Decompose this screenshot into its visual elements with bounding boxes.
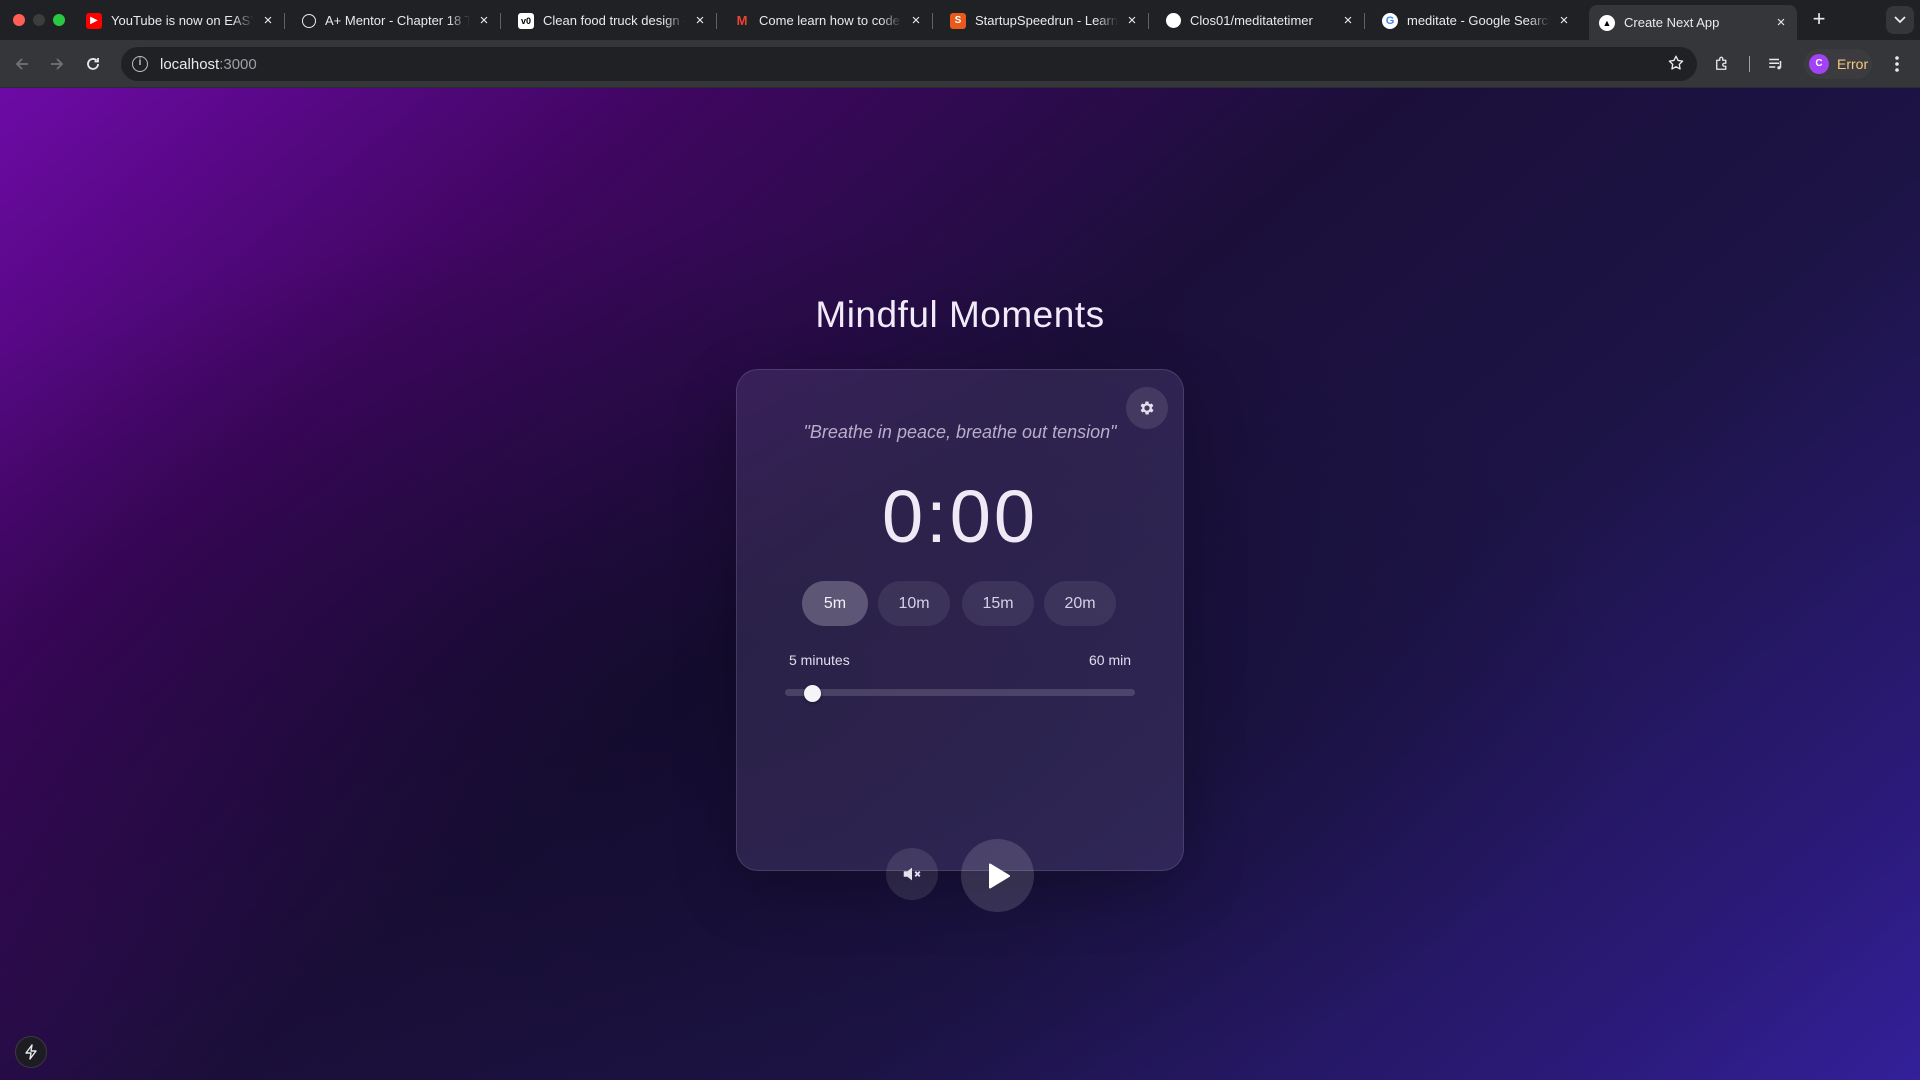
tab-create-next-app[interactable]: ▲ Create Next App × [1589,5,1797,40]
preset-15m-button[interactable]: 15m [962,581,1034,626]
app-title: Mindful Moments [815,294,1105,335]
address-bar[interactable]: i localhost:3000 [121,47,1697,81]
tab-title: YouTube is now on EASY MODE [111,13,254,28]
tab-title: Clos01/meditatetimer [1190,13,1313,28]
close-icon[interactable]: × [1556,12,1572,29]
nextjs-icon: ▲ [1599,14,1615,31]
tab-gmail[interactable]: M Come learn how to code at × [724,5,933,36]
tab-youtube[interactable]: ▶ YouTube is now on EASY MODE × [76,5,285,36]
tab-github[interactable]: Clos01/meditatetimer × [1156,5,1365,36]
youtube-icon: ▶ [86,12,102,29]
tab-search-button[interactable] [1886,6,1914,34]
window-maximize-button[interactable] [53,14,65,26]
meditation-quote: "Breathe in peace, breathe out tension" [803,422,1117,442]
tab-startupspeedrun[interactable]: S StartupSpeedrun - Learn × [940,5,1149,36]
lightning-icon [25,1044,37,1060]
preset-20m-button[interactable]: 20m [1044,581,1116,626]
openai-icon [302,13,316,28]
url-text: localhost:3000 [160,55,257,73]
v0-icon: v0 [518,12,534,29]
gmail-icon: M [736,13,748,28]
close-icon[interactable]: × [1773,14,1789,31]
window-close-button[interactable] [13,14,25,26]
close-icon[interactable]: × [692,12,708,29]
github-icon [1166,13,1181,28]
nextjs-devtools-button[interactable] [15,1036,47,1068]
browser-menu-button[interactable] [1883,50,1911,78]
volume-muted-icon [903,867,921,881]
tab-v0[interactable]: v0 Clean food truck design - v0 × [508,5,717,36]
more-vertical-icon [1895,56,1899,72]
timer-card [736,369,1184,871]
close-icon[interactable]: × [1340,12,1356,29]
duration-slider-track[interactable] [785,689,1135,696]
preset-5m-button[interactable]: 5m [802,581,868,626]
tab-title: A+ Mentor - Chapter 18 Test [325,13,470,28]
bookmark-star-icon[interactable] [1667,54,1685,77]
startupspeedrun-icon: S [950,12,966,29]
gear-icon [1140,401,1154,415]
tab-title: Create Next App [1624,15,1720,30]
google-icon: G [1382,12,1398,29]
play-button[interactable] [961,839,1034,912]
play-icon [988,862,1010,889]
arrow-right-icon [51,58,64,70]
profile-status: Error [1837,56,1869,72]
puzzle-icon [1716,56,1727,70]
timer-display: 0:00 [881,475,1039,558]
browser-toolbar: i localhost:3000 C Error [0,40,1920,88]
back-button[interactable] [8,50,36,78]
profile-button[interactable]: C Error [1804,49,1872,79]
tab-strip: ▶ YouTube is now on EASY MODE × A+ Mento… [0,0,1920,40]
reload-button[interactable] [79,50,107,78]
tab-title: StartupSpeedrun - Learn [975,13,1118,28]
site-info-icon[interactable]: i [132,56,148,72]
mute-button[interactable] [886,848,938,900]
media-controls-button[interactable] [1762,50,1790,78]
max-duration-label: 60 min [1089,652,1132,668]
reload-icon [87,58,99,70]
avatar: C [1809,54,1829,74]
arrow-left-icon [15,58,28,70]
tab-aplus-mentor[interactable]: A+ Mentor - Chapter 18 Test × [292,5,501,36]
new-tab-button[interactable]: + [1807,8,1831,32]
close-icon[interactable]: × [908,12,924,29]
tab-title: Clean food truck design - v0 [543,13,686,28]
tab-google-search[interactable]: G meditate - Google Search × [1372,5,1580,36]
extensions-button[interactable] [1708,50,1736,78]
close-icon[interactable]: × [1124,12,1140,29]
close-icon[interactable]: × [476,12,492,29]
tab-title: meditate - Google Search [1407,13,1550,28]
duration-label: 5 minutes [789,652,850,668]
close-icon[interactable]: × [260,12,276,29]
forward-button[interactable] [43,50,71,78]
window-minimize-button[interactable] [33,14,45,26]
queue-music-icon [1769,58,1782,70]
toolbar-divider [1749,56,1750,72]
page-viewport: Mindful Moments "Breathe in peace, breat… [0,88,1920,1080]
chevron-down-icon [1894,16,1906,24]
preset-10m-button[interactable]: 10m [878,581,950,626]
tab-title: Come learn how to code at [759,13,902,28]
